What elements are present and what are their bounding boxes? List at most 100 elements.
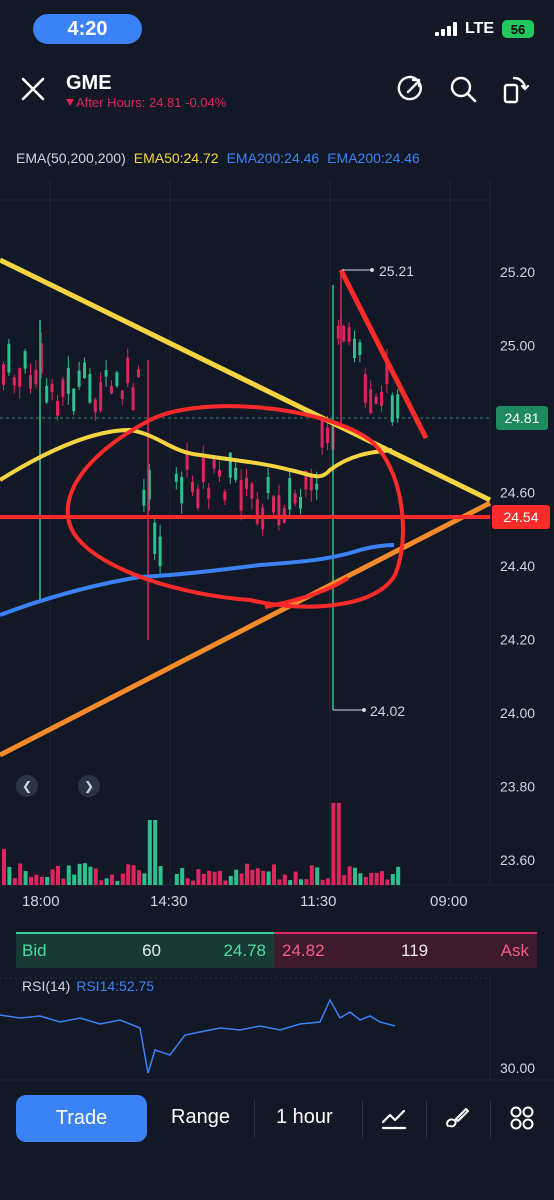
volume-bar xyxy=(223,880,228,885)
yellow-trendline xyxy=(0,257,492,503)
trade-button[interactable]: Trade xyxy=(16,1095,147,1142)
after-hours-text: After Hours: 24.81 -0.04% xyxy=(76,95,227,110)
battery-icon: 56 xyxy=(502,20,534,38)
volume-bar xyxy=(277,879,282,885)
volume-bar xyxy=(309,865,314,885)
candle-body xyxy=(12,377,16,386)
red-circle-drawing xyxy=(65,404,405,609)
candle-body xyxy=(288,478,292,510)
interval-button[interactable]: 1 hour xyxy=(276,1106,333,1129)
ask-section[interactable]: 119 Ask xyxy=(359,932,537,968)
candle-body xyxy=(353,338,356,359)
price-tick: 25.00 xyxy=(500,338,535,354)
time-tick-3: 09:00 xyxy=(430,893,468,910)
candle-body xyxy=(212,458,216,469)
ask-label: Ask xyxy=(500,941,529,960)
range-button[interactable]: Range xyxy=(171,1106,230,1129)
level-price-label: 24.54 xyxy=(503,509,538,525)
volume-bar xyxy=(282,874,287,885)
ema-legend[interactable]: EMA(50,200,200) EMA50:24.72 EMA200:24.46… xyxy=(16,150,420,166)
status-indicators: LTE 56 xyxy=(434,20,534,38)
bid-section[interactable]: Bid 60 xyxy=(16,932,191,968)
candle-body xyxy=(245,477,248,490)
scroll-right-button[interactable]: ❯ xyxy=(78,775,100,797)
search-icon[interactable] xyxy=(448,74,478,104)
price-tick: 24.60 xyxy=(500,485,535,501)
candle-body xyxy=(131,387,135,410)
volume-bar xyxy=(326,878,330,885)
close-icon[interactable] xyxy=(20,76,46,102)
time-tick-0: 18:00 xyxy=(22,893,60,910)
candle-body xyxy=(50,383,54,393)
volume-bar xyxy=(93,868,98,885)
candle-body xyxy=(120,390,124,400)
volume-bar xyxy=(266,871,271,885)
bid-label: Bid xyxy=(22,941,47,960)
volume-bar xyxy=(12,878,17,885)
candle-body xyxy=(320,417,324,448)
rotate-icon[interactable] xyxy=(500,74,530,104)
down-arrow-icon xyxy=(66,99,74,106)
candle-body xyxy=(2,364,5,385)
chart-type-icon[interactable] xyxy=(380,1104,408,1132)
candle-body xyxy=(250,483,254,499)
ema200-value: EMA200:24.46 xyxy=(226,150,320,166)
volume-bar xyxy=(7,866,12,885)
grid-icon[interactable] xyxy=(508,1104,536,1132)
volume-bar xyxy=(137,870,141,885)
volume-bar xyxy=(196,869,201,885)
candle-body xyxy=(396,394,400,419)
signal-icon xyxy=(434,22,457,36)
rsi-chart[interactable]: 30.00 xyxy=(0,975,554,1085)
volume-bar xyxy=(299,879,303,885)
volume-bar xyxy=(45,876,50,885)
ema-title: EMA(50,200,200) xyxy=(16,150,126,166)
candle-body xyxy=(293,493,297,504)
volume-bar xyxy=(126,864,131,885)
volume-bar xyxy=(363,876,368,885)
volume-bar xyxy=(201,873,206,885)
volume-bar xyxy=(212,871,217,885)
alert-icon[interactable] xyxy=(396,74,426,104)
candle-body xyxy=(272,496,275,513)
candle-body xyxy=(266,476,270,494)
volume-bar xyxy=(158,866,163,885)
status-time: 4:20 xyxy=(33,14,142,44)
volume-bar xyxy=(104,878,109,885)
scroll-left-button[interactable]: ❮ xyxy=(16,775,38,797)
volume-bar xyxy=(142,873,147,885)
volume-bar xyxy=(293,871,298,885)
candle-body xyxy=(18,368,22,387)
volume-bar xyxy=(245,863,249,885)
network-label: LTE xyxy=(464,20,494,37)
candle-body xyxy=(207,487,211,499)
candle-body xyxy=(369,389,373,414)
candle-body xyxy=(374,396,378,405)
draw-icon[interactable] xyxy=(442,1104,470,1132)
volume-bar xyxy=(234,869,239,885)
volume-bar xyxy=(29,876,33,885)
toolbar-divider-2 xyxy=(362,1100,363,1138)
candle-body xyxy=(29,375,32,389)
candle-body xyxy=(315,483,319,490)
candle-body xyxy=(180,476,184,504)
volume-bar xyxy=(39,876,44,885)
candle-body xyxy=(380,391,383,407)
volume-bar xyxy=(61,878,66,885)
candle-body xyxy=(115,372,119,387)
volume-bar xyxy=(153,820,158,885)
price-tick: 23.80 xyxy=(500,779,535,795)
volume-bar xyxy=(385,879,390,885)
volume-bar xyxy=(255,868,260,885)
candle-body xyxy=(239,480,243,511)
candle-body xyxy=(7,343,11,373)
candle-body xyxy=(45,385,49,403)
toolbar-divider-3 xyxy=(426,1100,427,1138)
candle-body xyxy=(228,452,232,478)
price-tick: 24.20 xyxy=(500,632,535,648)
candle-body xyxy=(142,489,146,506)
level-price-badge: 24.54 xyxy=(492,505,550,529)
volume-bar xyxy=(396,866,401,885)
high-annotation-label: 25.21 xyxy=(379,263,414,279)
volume-bar xyxy=(77,863,82,885)
